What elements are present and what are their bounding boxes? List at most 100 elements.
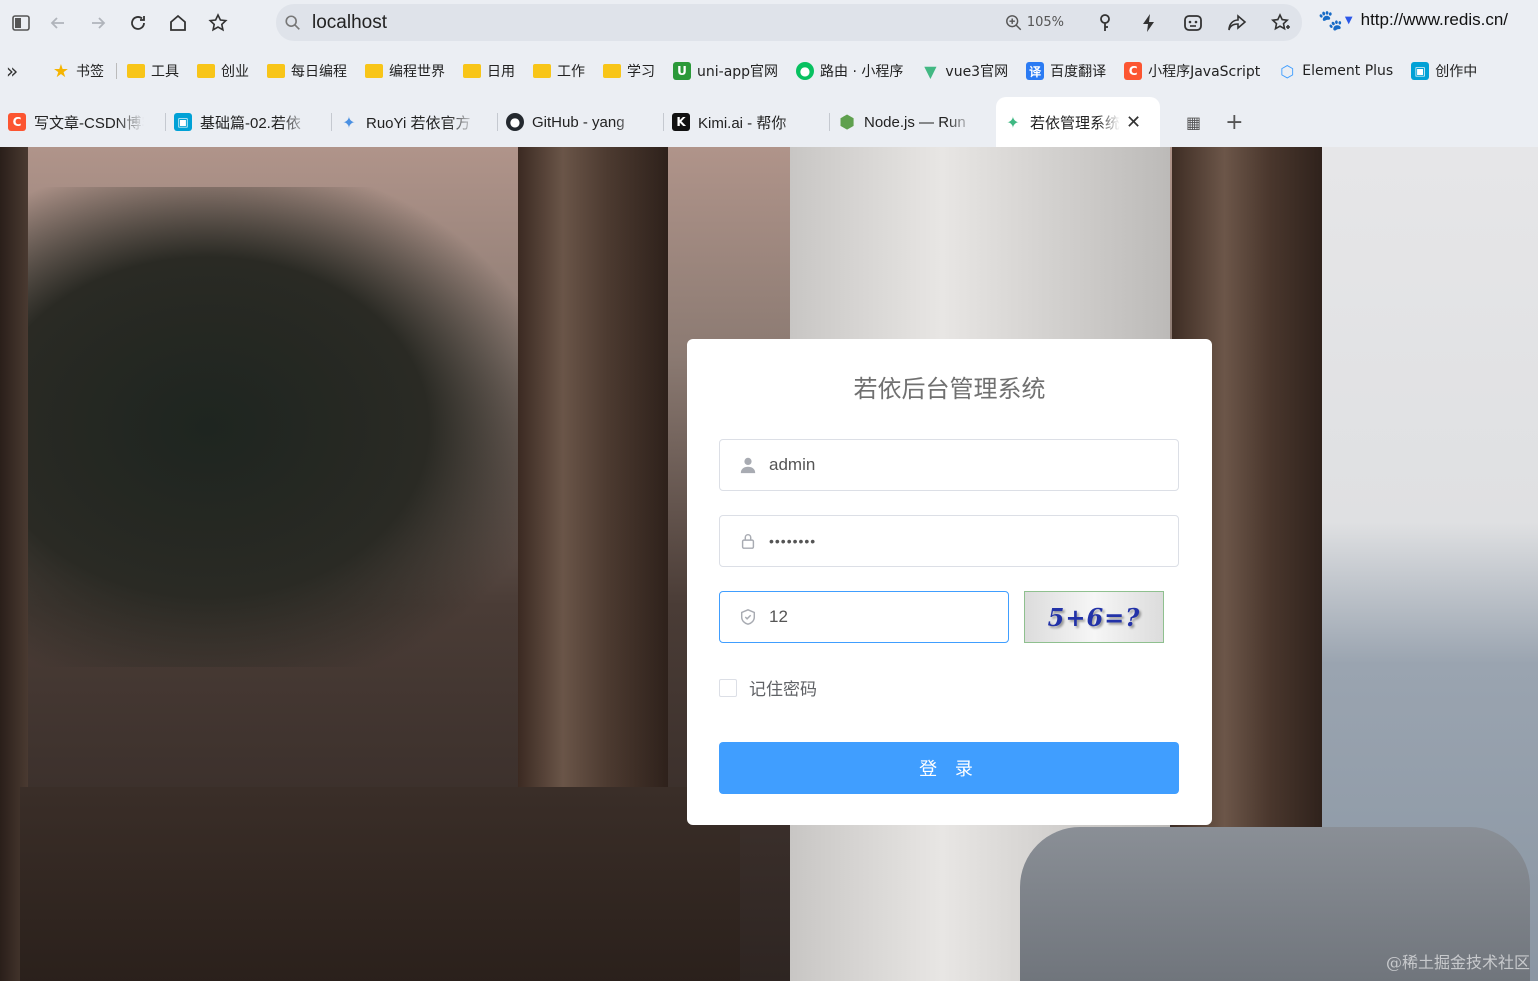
address-toolbar: localhost 105% 🐾 ▼ http://www.redis.cn/ <box>0 0 1538 45</box>
bookmark-item[interactable]: 译百度翻译 <box>1026 61 1106 81</box>
key-icon[interactable] <box>1094 12 1116 34</box>
github-icon: ● <box>506 113 524 131</box>
side-url-text[interactable]: http://www.redis.cn/ <box>1361 10 1508 30</box>
bg-trees <box>0 187 520 667</box>
login-title: 若依后台管理系统 <box>853 375 1046 403</box>
ruoyi-icon: ✦ <box>1006 112 1020 132</box>
browser-tab[interactable]: ⬢ Node.js — Run <box>830 97 996 147</box>
tab-sidebar-icon[interactable] <box>4 3 38 43</box>
bookmark-item[interactable]: ⬡ Element Plus <box>1278 61 1394 81</box>
tab-title: 写文章-CSDN博客 <box>34 114 144 132</box>
folder-icon <box>365 64 383 78</box>
password-value: •••••••• <box>769 533 817 549</box>
bookmark-item[interactable]: C 小程序JavaScript <box>1124 61 1260 81</box>
bookmark-item[interactable]: ★ 书签 <box>52 60 104 82</box>
tab-groups-icon[interactable]: ▦ <box>1186 113 1201 132</box>
bookmark-folder[interactable]: 学习 <box>603 61 655 81</box>
bookmark-item[interactable]: ▼ vue3官网 <box>921 61 1008 81</box>
side-url-box[interactable]: 🐾 ▼ http://www.redis.cn/ <box>1318 8 1508 32</box>
zoom-icon <box>1005 14 1022 30</box>
tab-title: RuoYi 若依官方 <box>366 114 471 132</box>
new-tab-icon[interactable]: + <box>1225 110 1243 135</box>
browser-tab[interactable]: ● GitHub - yang <box>498 97 664 147</box>
tab-title: Node.js — Run <box>864 113 966 131</box>
bookmark-folder[interactable]: 编程世界 <box>365 61 445 81</box>
csdn-icon: C <box>8 113 26 131</box>
username-field[interactable]: admin <box>719 439 1179 491</box>
bookmark-label: 路由 · 小程序 <box>820 64 904 80</box>
bookmark-folder[interactable]: 日用 <box>463 61 515 81</box>
bookmark-folder[interactable]: 工具 <box>127 61 179 81</box>
bookmark-label: Element Plus <box>1302 63 1394 79</box>
browser-tab-active[interactable]: ✦ 若依管理系统 ✕ <box>996 97 1160 147</box>
bookmark-label: 每日编程 <box>291 64 347 80</box>
bookmark-folder[interactable]: 工作 <box>533 61 585 81</box>
uniapp-icon: U <box>673 62 691 80</box>
bookmark-label: uni-app官网 <box>697 64 779 80</box>
captcha-image[interactable]: 5+6=? <box>1024 591 1164 643</box>
baidu-paw-icon: 🐾 <box>1318 8 1343 32</box>
folder-icon <box>603 64 621 78</box>
shield-icon <box>739 608 757 626</box>
bookmark-label: 工具 <box>151 64 179 80</box>
folder-icon <box>127 64 145 78</box>
bookmark-label: 工作 <box>557 64 585 80</box>
browser-tab[interactable]: K Kimi.ai - 帮你 <box>664 97 830 147</box>
url-text[interactable]: localhost <box>312 12 387 34</box>
bookmark-folder[interactable]: 创业 <box>197 61 249 81</box>
bilibili-icon: ▣ <box>174 113 192 131</box>
close-icon[interactable]: ✕ <box>1126 112 1141 133</box>
translate-icon: 译 <box>1026 62 1045 80</box>
bookmark-label: 日用 <box>487 64 515 80</box>
forward-icon[interactable] <box>78 3 118 43</box>
captcha-input[interactable]: 12 <box>719 591 1009 643</box>
browser-tab[interactable]: ✦ RuoYi 若依官方 <box>332 97 498 147</box>
tab-title: GitHub - yang <box>532 113 625 131</box>
wechat-icon: ● <box>796 62 815 80</box>
extension-face-icon[interactable] <box>1182 12 1204 34</box>
password-field[interactable]: •••••••• <box>719 515 1179 567</box>
browser-tab[interactable]: C 写文章-CSDN博客 <box>0 97 166 147</box>
login-page-background: 若依后台管理系统 admin •••••••• 12 5+6=? 记住密码 登 … <box>0 147 1538 981</box>
tab-strip: C 写文章-CSDN博客 ▣ 基础篇-02.若依 ✦ RuoYi 若依官方 ● GitH… <box>0 97 1538 147</box>
reload-icon[interactable] <box>118 3 158 43</box>
favorites-icon[interactable] <box>1270 12 1292 34</box>
folder-icon <box>533 64 551 78</box>
csdn-icon: C <box>1124 62 1143 80</box>
watermark: @稀土掘金技术社区 <box>1385 953 1530 972</box>
divider <box>116 63 117 79</box>
zoom-indicator[interactable]: 105% <box>1005 14 1064 32</box>
nodejs-icon: ⬢ <box>839 111 855 133</box>
login-button[interactable]: 登 录 <box>719 742 1179 794</box>
share-icon[interactable] <box>1226 12 1248 34</box>
bookmark-item[interactable]: ● 路由 · 小程序 <box>796 61 903 81</box>
user-icon <box>739 456 757 474</box>
element-icon: ⬡ <box>1280 61 1295 81</box>
search-icon <box>284 14 302 32</box>
chevron-down-icon[interactable]: ▼ <box>1345 15 1353 26</box>
star-icon: ★ <box>52 60 70 82</box>
remember-checkbox[interactable] <box>719 678 737 697</box>
bookmark-label: vue3官网 <box>945 64 1009 80</box>
lightning-icon[interactable] <box>1138 12 1160 34</box>
address-bar[interactable]: localhost 105% <box>276 4 1302 41</box>
back-icon[interactable] <box>38 3 78 43</box>
bookmark-item[interactable]: ▣ 创作中 <box>1411 61 1477 81</box>
folder-icon <box>463 64 481 78</box>
vue-icon: ▼ <box>924 61 937 81</box>
browser-tab[interactable]: ▣ 基础篇-02.若依 <box>166 97 332 147</box>
remember-me[interactable]: 记住密码 <box>719 675 817 700</box>
kimi-icon: K <box>672 113 690 131</box>
double-chevron-icon[interactable]: » <box>6 59 26 83</box>
username-value: admin <box>769 455 816 474</box>
bookmark-label: 创业 <box>221 64 249 80</box>
bookmark-label: 学习 <box>627 64 655 80</box>
bookmark-star-icon[interactable] <box>198 3 238 43</box>
tab-title: 基础篇-02.若依 <box>200 114 301 132</box>
bookmark-label: 创作中 <box>1435 64 1478 80</box>
bookmark-item[interactable]: Uuni-app官网 <box>673 61 778 81</box>
login-card: 若依后台管理系统 admin •••••••• 12 5+6=? 记住密码 登 … <box>687 339 1212 825</box>
home-icon[interactable] <box>158 3 198 43</box>
bookmark-folder[interactable]: 每日编程 <box>267 61 347 81</box>
folder-icon <box>267 64 285 78</box>
